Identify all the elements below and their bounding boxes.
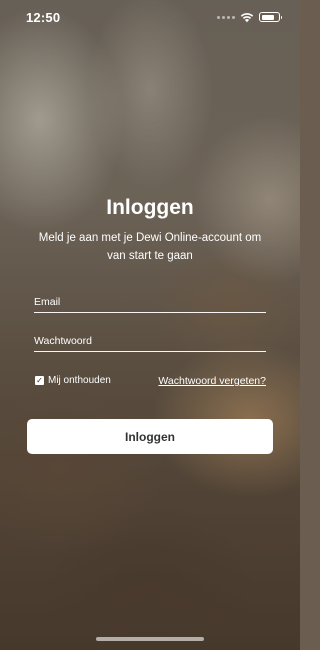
email-field (34, 292, 266, 316)
signal-dots-icon (217, 15, 235, 19)
battery-icon (259, 12, 282, 22)
page-subtitle: Meld je aan met je Dewi Online-account o… (38, 232, 262, 262)
login-button[interactable]: Inloggen (27, 419, 273, 454)
checkmark-icon: ✓ (36, 376, 43, 385)
password-field (34, 331, 266, 355)
status-bar: 12:50 (0, 0, 300, 34)
password-input[interactable] (34, 331, 266, 355)
home-indicator (96, 637, 204, 641)
status-time: 12:50 (26, 9, 61, 25)
remember-label: Mij onthouden (48, 375, 111, 386)
battery-level (261, 14, 274, 20)
email-input[interactable] (34, 292, 266, 316)
wifi-icon (240, 12, 254, 22)
remember-me-toggle[interactable]: ✓ Mij onthouden (35, 375, 111, 386)
forgot-password-link[interactable]: Wachtwoord vergeten? (158, 375, 266, 387)
status-icons (217, 12, 282, 23)
background-dim-overlay (0, 0, 300, 650)
remember-checkbox[interactable]: ✓ (35, 376, 44, 385)
page-title: Inloggen (106, 196, 194, 219)
